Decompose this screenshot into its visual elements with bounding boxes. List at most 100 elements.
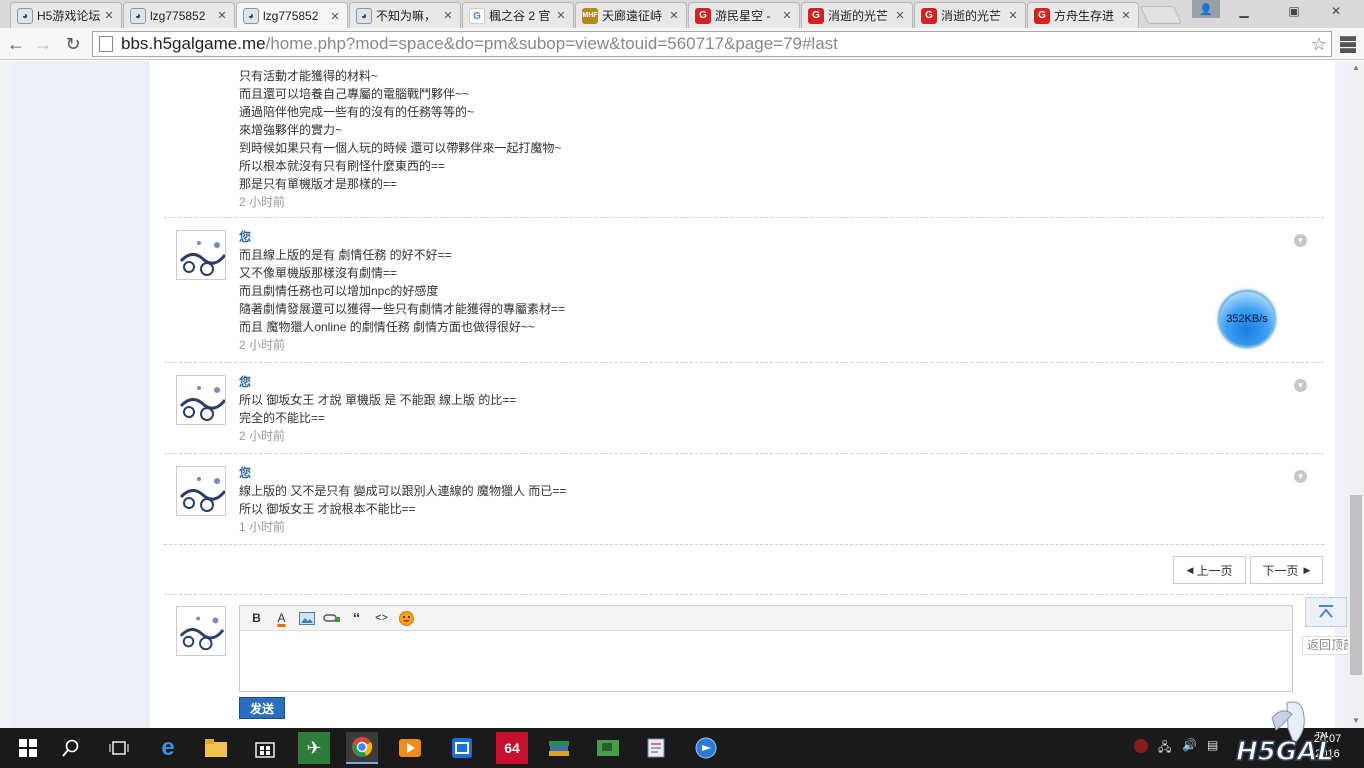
close-icon[interactable]: ✕ [329,10,341,23]
next-page-button[interactable]: 下一页 ▶ [1250,556,1323,584]
edge-icon[interactable]: e [152,732,184,764]
app-icon-chip[interactable] [592,732,624,764]
tab-title: 楓之谷 2 官 [489,9,551,23]
avatar[interactable] [176,230,226,280]
tab-6[interactable]: MHF 天廊遠征峙 ✕ [575,2,687,28]
chevron-left-icon: ◀ [1186,564,1194,575]
message-line: 而且 魔物獵人online 的劇情任務 劇情方面也做得很好~~ [239,320,536,334]
minimize-button[interactable]: ▁ [1226,0,1262,22]
reload-icon[interactable]: ↻ [60,32,86,56]
message-options-icon[interactable]: ▼ [1294,379,1307,392]
tab-10[interactable]: G 方舟生存进 ✕ [1027,2,1139,28]
forward-icon[interactable]: → [30,32,56,56]
close-icon[interactable]: ✕ [894,9,906,22]
bold-icon[interactable]: B [244,608,269,628]
sidebar [12,61,149,728]
volume-icon[interactable]: 🔊 [1182,738,1197,752]
scroll-down-icon[interactable]: ▼ [1348,714,1364,728]
app-icon-books[interactable] [543,732,575,764]
profile-icon[interactable]: 👤 [1192,0,1220,18]
bookmark-star-icon[interactable]: ☆ [1311,34,1327,55]
tab-1[interactable]: ◕ H5游戏论坛 ✕ [10,2,122,28]
tab-3-active[interactable]: ◕ lzg775852 ✕ [236,2,348,29]
avatar[interactable] [176,375,226,425]
emoji-icon[interactable] [394,608,419,628]
message-options-icon[interactable]: ▼ [1294,470,1307,483]
message-line: 又不像單機版那樣沒有劇情== [239,266,398,280]
media-player-icon[interactable] [394,732,426,764]
message-item: 您 線上版的 又不是只有 變成可以跟別人連線的 魔物獵人 而已== 所以 御坂女… [164,454,1324,545]
divider [164,594,1324,595]
notification-icon[interactable]: ▤ [1207,738,1218,752]
close-icon[interactable]: ✕ [216,9,228,22]
close-icon[interactable]: ✕ [668,9,680,22]
mhf-icon: MHF [582,7,598,24]
close-icon[interactable]: ✕ [781,9,793,22]
back-to-top-button[interactable] [1305,597,1347,627]
net-speed-widget[interactable]: 352KB/s [1218,290,1276,348]
google-icon: G [469,7,485,24]
close-icon[interactable]: ✕ [103,9,115,22]
tab-avatar-icon: ◕ [17,7,33,24]
tab-7[interactable]: G 游民星空 - ✕ [688,2,800,28]
message-time: 2 小时前 [239,429,286,443]
message-options-icon[interactable]: ▼ [1294,234,1307,247]
page-viewport: 只有活動才能獲得的材料~ 而且還可以培養自己專屬的電腦戰鬥夥伴~~ 通過陪伴他完… [0,61,1348,728]
app-icon-blue-m[interactable] [446,732,478,764]
file-explorer-icon[interactable] [200,732,232,764]
reply-editor: B A “ <> [239,605,1293,692]
arrow-up-icon [1319,605,1333,618]
tab-title: 方舟生存进 [1054,9,1115,23]
network-icon[interactable]: 🖧 [1158,738,1171,759]
message-author[interactable]: 您 [239,228,565,246]
scroll-up-icon[interactable]: ▲ [1348,61,1364,75]
quote-icon[interactable]: “ [344,608,369,628]
address-bar[interactable]: bbs.h5galgame.me/home.php?mod=space&do=p… [92,31,1332,57]
message-line: 隨著劇情發展還可以獲得一些只有劇情才能獲得的專屬素材== [239,302,566,316]
message-body: 您 線上版的 又不是只有 變成可以跟別人連線的 魔物獵人 而已== 所以 御坂女… [239,464,566,536]
message-thread: 只有活動才能獲得的材料~ 而且還可以培養自己專屬的電腦戰鬥夥伴~~ 通過陪伴他完… [149,61,1335,728]
record-icon[interactable] [1133,738,1149,757]
close-icon[interactable]: ✕ [442,9,454,22]
task-view-icon[interactable] [103,732,135,764]
app-icon-globe[interactable] [690,732,722,764]
tab-8[interactable]: G 消逝的光芒 ✕ [801,2,913,28]
close-icon[interactable]: ✕ [555,9,567,22]
browser-toolbar: ← → ↻ bbs.h5galgame.me/home.php?mod=spac… [0,28,1364,60]
store-icon[interactable] [249,732,281,764]
menu-icon[interactable]: ▬ ▬ ▬ [1340,29,1356,57]
chrome-icon[interactable] [346,732,378,764]
next-page-label: 下一页 [1262,563,1299,578]
url-path: /home.php?mod=space&do=pm&subop=view&tou… [265,34,838,53]
image-icon[interactable] [294,608,319,628]
message-line: 來增強夥伴的實力~ [239,123,343,137]
app-icon-64[interactable]: 64 [496,732,528,764]
tab-9[interactable]: G 消逝的光芒 ✕ [914,2,1026,28]
close-window-button[interactable]: ✕ [1318,0,1354,22]
app-icon-bird[interactable]: ✈ [298,732,330,764]
close-icon[interactable]: ✕ [1007,9,1019,22]
back-icon[interactable]: ← [3,32,29,56]
code-icon[interactable]: <> [369,608,394,628]
start-button[interactable] [12,732,44,764]
tab-5[interactable]: G 楓之谷 2 官 ✕ [462,2,574,28]
scrollbar-thumb[interactable] [1350,495,1362,675]
link-icon[interactable] [319,608,344,628]
message-author[interactable]: 您 [239,464,566,482]
send-button[interactable]: 发送 [239,697,285,719]
tab-2[interactable]: ◕ lzg775852 ✕ [123,2,235,28]
message-textarea[interactable] [240,631,1292,691]
new-tab-button[interactable] [1139,6,1183,24]
prev-page-button[interactable]: ◀ 上一页 [1173,556,1246,584]
maximize-button[interactable]: ▣ [1276,0,1312,22]
search-icon[interactable] [55,732,87,764]
tab-title: 不知为嘛， [376,9,437,23]
message-author[interactable]: 您 [239,373,516,391]
close-icon[interactable]: ✕ [1120,9,1132,22]
avatar[interactable] [176,466,226,516]
tab-4[interactable]: ◕ 不知为嘛， ✕ [349,2,461,28]
page-scrollbar[interactable]: ▲ ▼ [1348,61,1364,728]
app-icon-doc[interactable] [640,732,672,764]
font-color-icon[interactable]: A [269,608,294,628]
avatar[interactable] [176,606,226,656]
